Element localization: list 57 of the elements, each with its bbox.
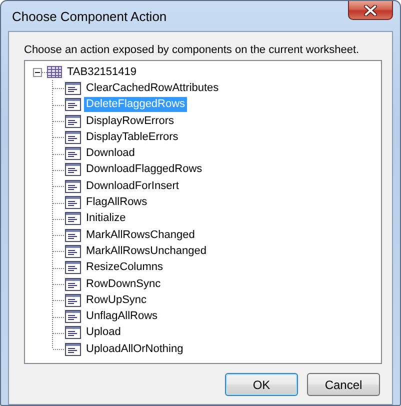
method-icon bbox=[65, 147, 81, 160]
method-icon bbox=[65, 310, 81, 324]
tree-connector bbox=[52, 178, 65, 194]
method-icon bbox=[65, 294, 81, 307]
tree-connector bbox=[52, 194, 65, 211]
method-icon bbox=[65, 130, 81, 144]
method-icon bbox=[65, 261, 81, 274]
tree-connector bbox=[52, 162, 65, 178]
tree-connector bbox=[52, 129, 65, 146]
tree-connector bbox=[52, 113, 65, 130]
tree-connector bbox=[52, 227, 65, 244]
tree-item[interactable]: DownloadForInsert bbox=[84, 178, 181, 194]
tree-item[interactable]: DownloadFlaggedRows bbox=[84, 162, 204, 178]
method-icon bbox=[65, 342, 81, 356]
method-icon bbox=[65, 196, 81, 210]
tree-connector bbox=[52, 96, 65, 113]
tree-item[interactable]: RowUpSync bbox=[84, 292, 149, 308]
tree-item[interactable]: Initialize bbox=[84, 211, 128, 226]
tree-item[interactable]: RowDownSync bbox=[84, 276, 163, 292]
tree-connector bbox=[52, 292, 65, 308]
window-title: Choose Component Action bbox=[12, 9, 167, 24]
method-icon bbox=[65, 244, 81, 258]
tree-item[interactable]: Download bbox=[84, 146, 137, 162]
collapse-icon[interactable] bbox=[33, 68, 42, 77]
close-button[interactable] bbox=[348, 1, 393, 20]
method-icon bbox=[65, 228, 81, 242]
tree-connector bbox=[52, 146, 65, 162]
tree-item[interactable]: MarkAllRowsUnchanged bbox=[84, 244, 208, 259]
method-icon bbox=[65, 180, 81, 193]
tree-connector bbox=[52, 308, 65, 325]
table-icon bbox=[47, 66, 62, 78]
method-icon bbox=[65, 114, 81, 128]
method-icon bbox=[65, 326, 81, 340]
tree-connector bbox=[52, 276, 65, 292]
tree-item[interactable]: UploadAllOrNothing bbox=[84, 342, 186, 357]
tree-item[interactable]: ClearCachedRowAttributes bbox=[84, 80, 221, 96]
tree-item[interactable]: FlagAllRows bbox=[84, 195, 150, 210]
dialog-button[interactable]: OK bbox=[225, 373, 298, 396]
method-icon bbox=[65, 212, 81, 226]
instruction-text: Choose an action exposed by components on the current worksheet. bbox=[24, 43, 360, 57]
tree-item[interactable]: DisplayTableErrors bbox=[84, 130, 180, 145]
dialog-button[interactable]: Cancel bbox=[307, 373, 380, 396]
tree-item[interactable]: UnflagAllRows bbox=[84, 309, 160, 324]
method-icon bbox=[65, 98, 81, 112]
tree-item[interactable]: TAB32151419 bbox=[65, 64, 139, 80]
method-icon bbox=[65, 278, 81, 290]
method-icon bbox=[65, 163, 81, 176]
tree-connector bbox=[52, 80, 65, 96]
tree-item[interactable]: Upload bbox=[84, 325, 123, 340]
tree-connector bbox=[52, 210, 65, 227]
method-icon bbox=[65, 82, 81, 95]
close-icon bbox=[364, 4, 377, 16]
tree-connector bbox=[52, 243, 65, 260]
tree-item[interactable]: DisplayRowErrors bbox=[84, 114, 176, 129]
tree-item[interactable]: MarkAllRowsChanged bbox=[84, 228, 197, 243]
tree-connector bbox=[52, 260, 65, 276]
tree-item[interactable]: ResizeColumns bbox=[84, 260, 166, 276]
